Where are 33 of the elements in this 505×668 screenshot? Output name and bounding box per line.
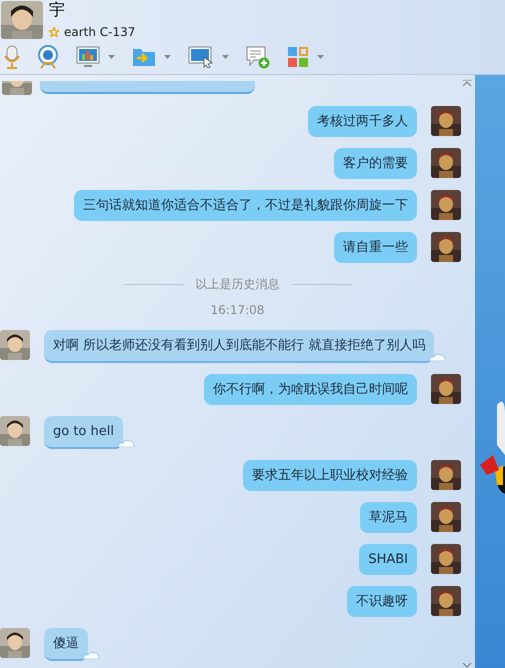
- message-text: 对啊 所以老师还没有看到别人到底能不能行 就直接拒绝了别人吗: [53, 338, 426, 353]
- message-add-icon[interactable]: [246, 45, 270, 69]
- monitor-cursor-icon[interactable]: [188, 46, 214, 68]
- message-text: 客户的需要: [343, 156, 408, 171]
- message-text: 不识趣呀: [356, 594, 408, 609]
- cloud-icon: [116, 438, 135, 447]
- caret-icon[interactable]: [108, 55, 115, 59]
- message-text: 要求五年以上职业校对经验: [252, 468, 408, 483]
- scroll-up-icon[interactable]: [462, 80, 472, 86]
- star-icon: [49, 27, 59, 37]
- caret-icon[interactable]: [222, 55, 229, 59]
- history-divider-label: 以上是历史消息: [196, 276, 280, 293]
- message-text: 考核过两千多人: [317, 114, 408, 129]
- message-text: 傻逼: [53, 636, 79, 651]
- folder-arrow-icon[interactable]: [132, 47, 156, 67]
- message-text: 你不行啊，为啥耽误我自己时间呢: [213, 382, 408, 397]
- message-text: 三句话就知道你适合不适合了，不过是礼貌跟你周旋一下: [83, 198, 408, 213]
- cloud-icon: [428, 352, 446, 361]
- monitor-chart-icon[interactable]: [76, 46, 100, 68]
- timestamp: 16:17:08: [210, 302, 264, 319]
- apps-grid-icon[interactable]: [287, 46, 309, 68]
- webcam-icon[interactable]: [37, 45, 59, 69]
- contact-name: 宇: [49, 0, 66, 20]
- cloud-icon: [82, 650, 100, 659]
- message-text: SHABI: [368, 552, 408, 567]
- message-text: 请自重一些: [343, 240, 408, 255]
- message-text: go to hell: [53, 424, 114, 439]
- caret-icon[interactable]: [317, 55, 324, 59]
- microphone-icon[interactable]: [4, 45, 20, 69]
- contact-status: earth C-137: [64, 24, 136, 41]
- caret-icon[interactable]: [164, 55, 171, 59]
- message-text: 草泥马: [369, 510, 408, 525]
- scroll-down-icon[interactable]: [462, 663, 472, 668]
